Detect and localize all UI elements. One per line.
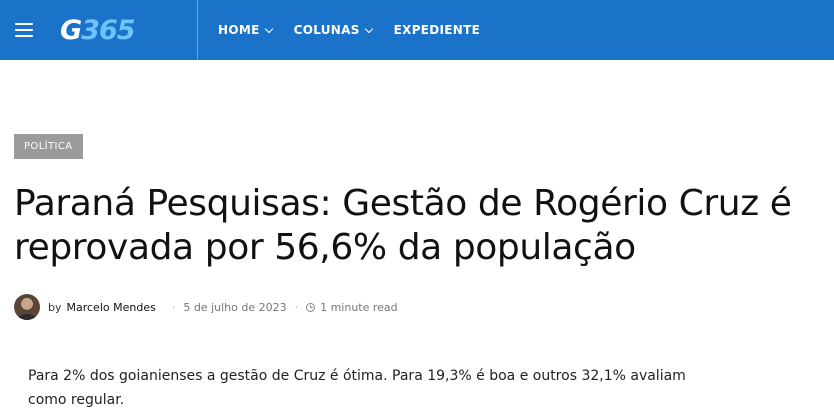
separator-dot: ·	[294, 300, 299, 314]
article-meta: by Marcelo Mendes · 5 de julho de 2023 ·…	[14, 293, 398, 321]
clock-icon	[306, 302, 316, 312]
article-title: Paraná Pesquisas: Gestão de Rogério Cruz…	[14, 183, 792, 268]
separator-dot: ·	[171, 300, 176, 314]
menu-button[interactable]	[0, 0, 48, 60]
header-divider	[197, 0, 198, 60]
hamburger-icon	[15, 23, 33, 37]
author-link[interactable]: Marcelo Mendes	[67, 301, 156, 314]
nav-item-home[interactable]: HOME	[218, 23, 273, 37]
chevron-down-icon	[264, 24, 273, 33]
site-logo[interactable]: G 365	[60, 0, 136, 60]
top-navigation-bar: G 365 HOME COLUNAS EXPEDIENTE	[0, 0, 834, 60]
publish-date: 5 de julho de 2023	[183, 300, 287, 314]
nav-item-label: COLUNAS	[293, 23, 360, 37]
category-badge[interactable]: POLÍTICA	[14, 134, 83, 159]
nav-item-label: EXPEDIENTE	[393, 23, 481, 37]
logo-letter: G	[60, 14, 82, 46]
by-label: by	[48, 300, 62, 314]
chevron-down-icon	[364, 24, 373, 33]
article-lead: Para 2% dos goianienses a gestão de Cruz…	[28, 368, 686, 408]
logo-number: 365	[81, 14, 135, 46]
nav-item-colunas[interactable]: COLUNAS	[293, 23, 373, 37]
nav-item-label: HOME	[218, 23, 260, 37]
nav-item-expediente[interactable]: EXPEDIENTE	[394, 23, 481, 37]
read-time: 1 minute read	[320, 300, 398, 314]
author-avatar[interactable]	[14, 294, 40, 320]
main-nav: HOME COLUNAS EXPEDIENTE	[218, 0, 502, 60]
